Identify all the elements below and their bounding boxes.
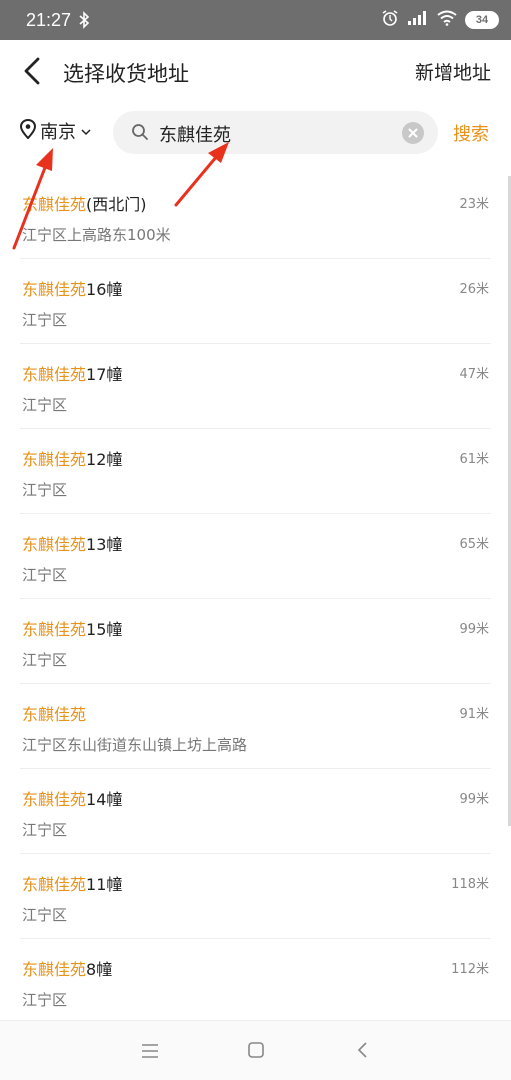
result-item[interactable]: 东麒佳苑13幢 江宁区 65米 <box>20 514 491 599</box>
page-header: 选择收货地址 新增地址 <box>0 40 511 104</box>
city-name: 南京 <box>40 122 76 143</box>
page-title: 选择收货地址 <box>63 62 189 86</box>
search-input[interactable]: 东麒佳苑 <box>113 111 438 154</box>
result-address: 江宁区 <box>22 651 68 669</box>
status-icons: 34 <box>381 9 499 31</box>
result-title: 东麒佳苑13幢 <box>22 531 122 555</box>
result-distance: 91米 <box>459 707 489 722</box>
result-title-rest: 12幢 <box>86 450 123 469</box>
city-selector[interactable]: 南京 <box>19 118 92 144</box>
result-title-rest: 11幢 <box>86 875 123 894</box>
search-query: 东麒佳苑 <box>159 125 231 146</box>
result-address: 江宁区 <box>22 566 68 584</box>
result-title-match: 东麒佳苑 <box>22 195 87 214</box>
signal-icon <box>407 10 429 30</box>
result-item[interactable]: 东麒佳苑(西北门) 江宁区上高路东100米 23米 <box>20 174 491 259</box>
result-address: 江宁区 <box>22 906 68 924</box>
result-title-match: 东麒佳苑 <box>22 705 87 724</box>
result-title: 东麒佳苑8幢 <box>22 956 112 980</box>
result-title: 东麒佳苑17幢 <box>22 361 122 385</box>
bluetooth-icon <box>78 11 90 33</box>
result-item[interactable]: 东麒佳苑 江宁区东山街道东山镇上坊上高路 91米 <box>20 684 491 769</box>
location-pin-icon <box>19 118 37 143</box>
result-title-rest: 13幢 <box>86 535 123 554</box>
clear-search-button[interactable] <box>402 122 424 144</box>
result-address: 江宁区东山街道东山镇上坊上高路 <box>22 736 248 754</box>
result-title-match: 东麒佳苑 <box>22 960 87 979</box>
result-address: 江宁区 <box>22 821 68 839</box>
search-button[interactable]: 搜索 <box>453 120 489 146</box>
chevron-down-icon <box>80 122 92 141</box>
menu-icon[interactable] <box>141 1043 159 1063</box>
result-distance: 23米 <box>459 197 489 212</box>
result-title-match: 东麒佳苑 <box>22 280 87 299</box>
result-address: 江宁区 <box>22 396 68 414</box>
result-title-match: 东麒佳苑 <box>22 450 87 469</box>
result-item[interactable]: 东麒佳苑14幢 江宁区 99米 <box>20 769 491 854</box>
status-time: 21:27 <box>26 10 72 30</box>
result-distance: 47米 <box>459 367 489 382</box>
result-item[interactable]: 东麒佳苑15幢 江宁区 99米 <box>20 599 491 684</box>
result-item[interactable]: 东麒佳苑17幢 江宁区 47米 <box>20 344 491 429</box>
result-distance: 61米 <box>459 452 489 467</box>
home-icon[interactable] <box>247 1041 265 1063</box>
battery-icon: 34 <box>465 11 499 29</box>
result-title-match: 东麒佳苑 <box>22 620 87 639</box>
result-address: 江宁区上高路东100米 <box>22 226 171 244</box>
nav-back-icon[interactable] <box>356 1041 370 1063</box>
search-icon <box>131 123 149 145</box>
result-title: 东麒佳苑14幢 <box>22 786 122 810</box>
result-address: 江宁区 <box>22 481 68 499</box>
result-distance: 26米 <box>459 282 489 297</box>
result-distance: 65米 <box>459 537 489 552</box>
result-distance: 99米 <box>459 622 489 637</box>
result-title-rest: (西北门) <box>86 195 147 214</box>
result-item[interactable]: 东麒佳苑12幢 江宁区 61米 <box>20 429 491 514</box>
result-item[interactable]: 东麒佳苑8幢 江宁区 112米 <box>20 939 491 1024</box>
result-item[interactable]: 东麒佳苑16幢 江宁区 26米 <box>20 259 491 344</box>
system-nav-bar <box>0 1020 511 1080</box>
results-list: 东麒佳苑(西北门) 江宁区上高路东100米 23米 东麒佳苑16幢 江宁区 26… <box>0 174 511 1024</box>
result-title: 东麒佳苑(西北门) <box>22 191 147 215</box>
result-distance: 112米 <box>451 962 489 977</box>
back-icon[interactable] <box>20 56 46 86</box>
result-title: 东麒佳苑15幢 <box>22 616 122 640</box>
result-title-match: 东麒佳苑 <box>22 790 87 809</box>
result-title-match: 东麒佳苑 <box>22 365 87 384</box>
result-title: 东麒佳苑 <box>22 701 86 725</box>
add-address-button[interactable]: 新增地址 <box>415 58 491 85</box>
search-row: 南京 东麒佳苑 搜索 <box>0 104 511 164</box>
result-distance: 99米 <box>459 792 489 807</box>
result-address: 江宁区 <box>22 991 68 1009</box>
result-title-rest: 16幢 <box>86 280 123 299</box>
result-address: 江宁区 <box>22 311 68 329</box>
alarm-icon <box>381 9 399 31</box>
result-title: 东麒佳苑12幢 <box>22 446 122 470</box>
wifi-icon <box>437 10 457 30</box>
result-distance: 118米 <box>451 877 489 892</box>
result-title-rest: 15幢 <box>86 620 123 639</box>
result-title-match: 东麒佳苑 <box>22 535 87 554</box>
result-title: 东麒佳苑16幢 <box>22 276 122 300</box>
result-item[interactable]: 东麒佳苑11幢 江宁区 118米 <box>20 854 491 939</box>
result-title-rest: 8幢 <box>86 960 113 979</box>
result-title: 东麒佳苑11幢 <box>22 871 122 895</box>
result-title-rest: 14幢 <box>86 790 123 809</box>
result-title-rest: 17幢 <box>86 365 123 384</box>
status-bar: 21:27 34 <box>0 0 511 40</box>
result-title-match: 东麒佳苑 <box>22 875 87 894</box>
